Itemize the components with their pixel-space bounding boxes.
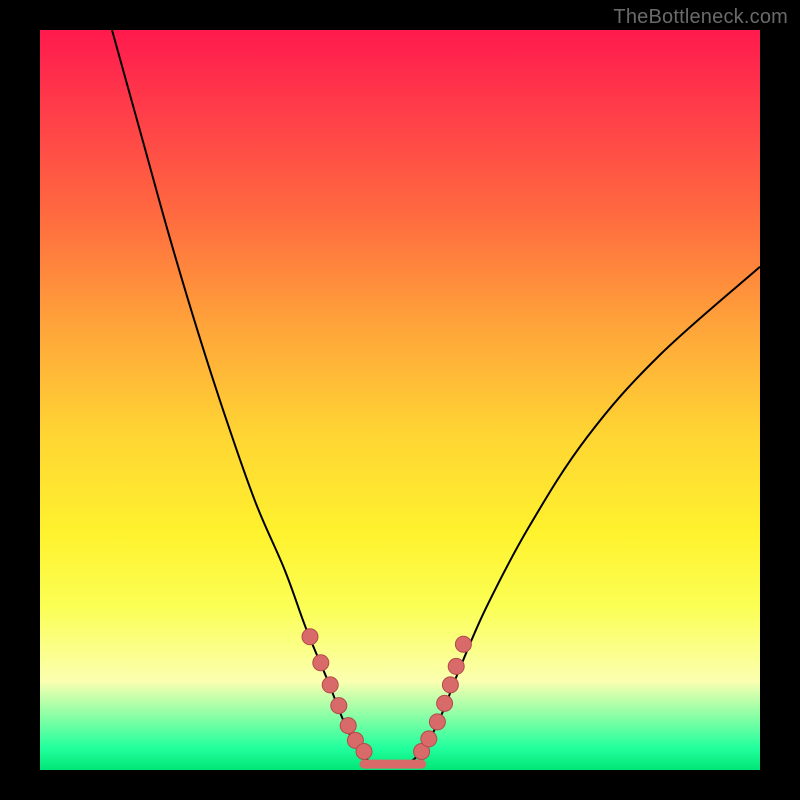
marker-dot [331,698,347,714]
marker-group [302,629,471,760]
marker-dot [429,714,445,730]
marker-dot [448,658,464,674]
plot-area [40,30,760,770]
chart-frame: TheBottleneck.com [0,0,800,800]
marker-dot [455,636,471,652]
marker-dot [322,677,338,693]
watermark-text: TheBottleneck.com [613,6,788,29]
marker-dot [437,695,453,711]
marker-dot [421,731,437,747]
marker-dot [442,677,458,693]
chart-svg [40,30,760,770]
marker-dot [340,718,356,734]
marker-dot [356,744,372,760]
bottleneck-curve [112,30,760,767]
marker-dot [313,655,329,671]
marker-dot [302,629,318,645]
